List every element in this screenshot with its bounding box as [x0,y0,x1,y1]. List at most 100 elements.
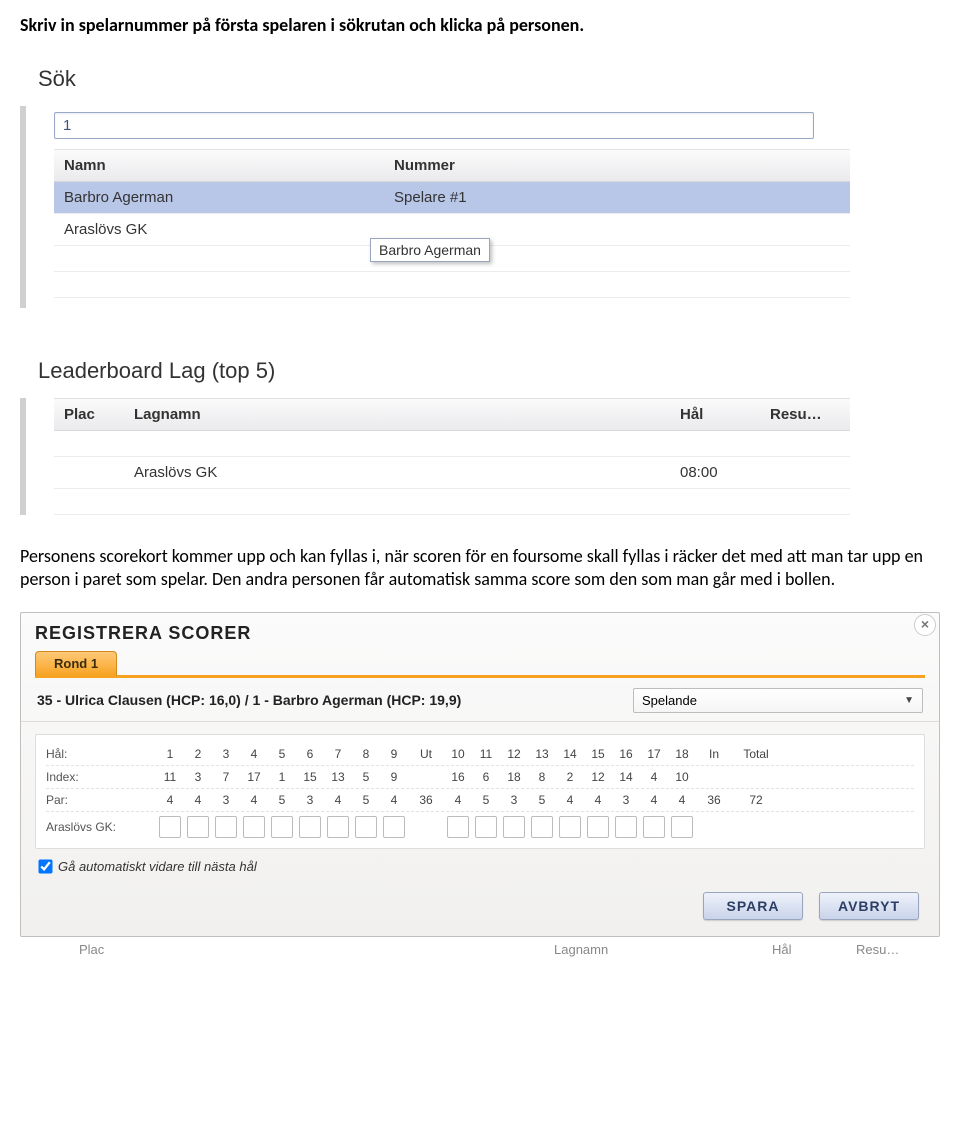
score-input[interactable] [587,816,609,838]
cell-lagnamn: Araslövs GK [124,457,670,488]
score-cell: 36 [696,793,732,807]
close-button[interactable]: × [914,614,936,636]
score-cell: 16 [444,770,472,784]
row-team: Araslövs GK: [46,811,914,842]
search-heading: Sök [38,66,850,92]
row-holes: Hål: 123456789Ut101112131415161718InTota… [46,743,914,765]
cancel-button[interactable]: AVBRYT [819,892,919,920]
score-input[interactable] [447,816,469,838]
row-par: Par: 443453454364535443443672 [46,788,914,811]
score-cell: 3 [500,793,528,807]
score-cell: 9 [380,770,408,784]
search-input[interactable] [54,112,814,139]
score-cell: 4 [184,793,212,807]
score-cell: 5 [268,747,296,761]
score-input[interactable] [243,816,265,838]
score-cell: 15 [584,747,612,761]
label-hal: Hål: [46,747,156,761]
score-cell: 10 [444,747,472,761]
score-cell: In [696,747,732,761]
score-cell: 14 [612,770,640,784]
score-cell: 11 [156,770,184,784]
score-cell: 4 [240,747,268,761]
col-plac: Plac [54,399,124,430]
bg-leaderboard-header: Plac Lagnamn Hål Resu… [20,936,940,963]
score-cell: 4 [156,793,184,807]
score-cell: 3 [212,747,240,761]
score-input[interactable] [615,816,637,838]
search-row[interactable]: Araslövs GK Barbro Agerman [54,214,850,246]
score-cell: 3 [612,793,640,807]
score-cell: 6 [472,770,500,784]
auto-next-label: Gå automatiskt vidare till nästa hål [58,859,257,874]
auto-next-row[interactable]: Gå automatiskt vidare till nästa hål [21,849,939,874]
score-cell: 12 [500,747,528,761]
col-nummer: Nummer [384,150,850,181]
score-input[interactable] [671,816,693,838]
leaderboard-row-empty [54,431,850,457]
score-cell: 3 [212,793,240,807]
tooltip: Barbro Agerman [370,238,490,262]
label-index: Index: [46,770,156,784]
score-cell: 5 [528,793,556,807]
score-cell: 7 [212,770,240,784]
score-cell: 4 [640,770,668,784]
tab-round-1[interactable]: Rond 1 [35,651,117,676]
search-grid-header: Namn Nummer [54,149,850,182]
auto-next-checkbox[interactable] [38,859,52,873]
score-cell: 18 [500,770,528,784]
score-input[interactable] [159,816,181,838]
row-index: Index: 113717115135916618821214410 [46,765,914,788]
player-row: 35 - Ulrica Clausen (HCP: 16,0) / 1 - Ba… [21,678,939,722]
score-cell: 13 [324,770,352,784]
score-input[interactable] [299,816,321,838]
score-cell: 12 [584,770,612,784]
score-cell: 14 [556,747,584,761]
score-cell: 8 [528,770,556,784]
score-input[interactable] [475,816,497,838]
search-row-empty [54,272,850,298]
score-cell: 17 [640,747,668,761]
bg-col-hal: Hål [772,942,856,957]
score-cell: 4 [240,793,268,807]
score-input[interactable] [271,816,293,838]
score-cell: 2 [184,747,212,761]
role-value: Spelande [642,693,697,708]
search-row[interactable]: Barbro Agerman Spelare #1 [54,182,850,214]
score-input[interactable] [215,816,237,838]
score-input[interactable] [559,816,581,838]
score-cell: 6 [296,747,324,761]
score-input[interactable] [327,816,349,838]
leaderboard-row-empty [54,489,850,515]
save-button[interactable]: SPARA [703,892,803,920]
score-cell: 4 [584,793,612,807]
score-cell: 4 [640,793,668,807]
cell-name: Araslövs GK [54,214,384,245]
search-block: Namn Nummer Barbro Agerman Spelare #1 Ar… [20,106,850,308]
leaderboard-grid: Plac Lagnamn Hål Resu… Araslövs GK 08:00 [54,398,850,515]
score-cell: 4 [380,793,408,807]
score-cell: Ut [408,747,444,761]
score-cell: 72 [732,793,780,807]
leaderboard-row[interactable]: Araslövs GK 08:00 [54,457,850,489]
score-cell: 11 [472,747,500,761]
score-cell: 2 [556,770,584,784]
score-panel: Hål: 123456789Ut101112131415161718InTota… [35,734,925,849]
label-team: Araslövs GK: [46,820,156,834]
col-resu: Resu… [760,399,850,430]
score-input[interactable] [187,816,209,838]
score-input[interactable] [531,816,553,838]
score-input[interactable] [355,816,377,838]
score-cell: 17 [240,770,268,784]
score-input[interactable] [503,816,525,838]
leaderboard-block: Plac Lagnamn Hål Resu… Araslövs GK 08:00 [20,398,850,515]
score-input[interactable] [383,816,405,838]
score-cell: 8 [352,747,380,761]
search-panel-screenshot: Sök Namn Nummer Barbro Agerman Spelare #… [20,66,850,515]
bg-col-plac: Plac [34,942,554,957]
score-input[interactable] [643,816,665,838]
role-select[interactable]: Spelande ▼ [633,688,923,713]
score-cell: 16 [612,747,640,761]
col-lagnamn: Lagnamn [124,399,670,430]
score-cell: 9 [380,747,408,761]
